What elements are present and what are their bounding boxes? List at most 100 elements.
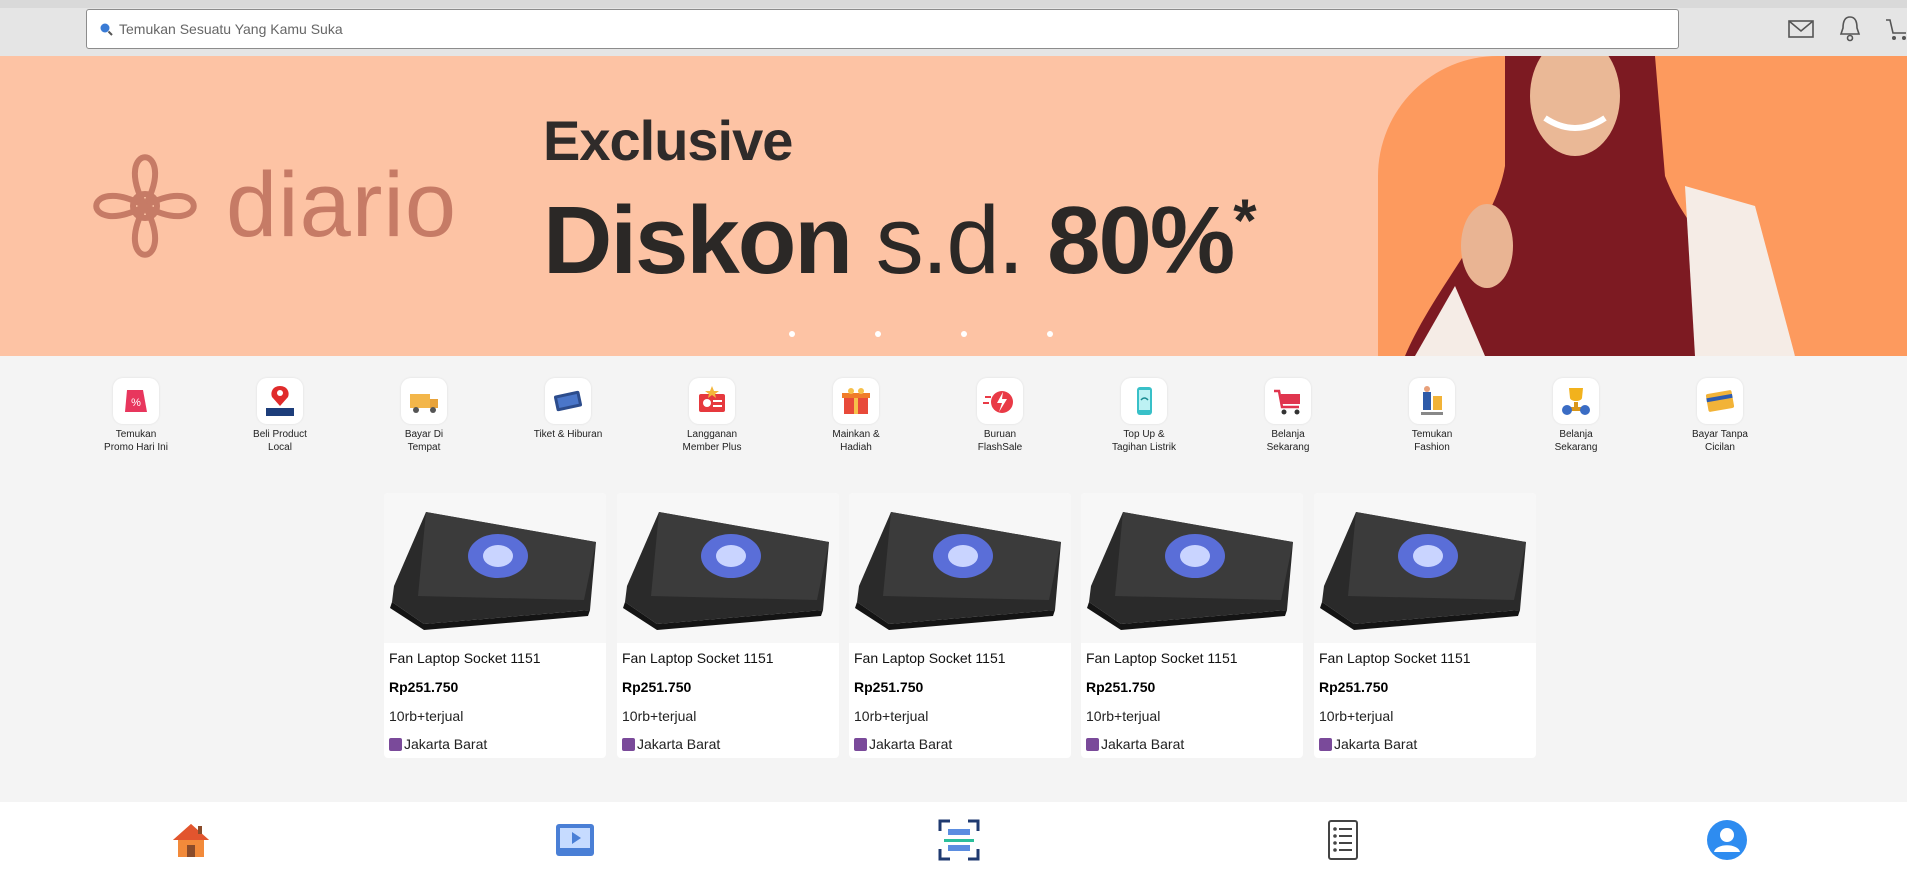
product-location: Jakarta Barat — [389, 736, 487, 752]
nav-profile[interactable] — [1705, 818, 1749, 862]
nav-home[interactable] — [169, 818, 213, 862]
location-text: Jakarta Barat — [404, 736, 488, 752]
discount-word: Diskon — [543, 187, 853, 294]
product-sold-count: 10rb+terjual — [622, 708, 697, 724]
member-card-icon — [689, 378, 735, 424]
product-name[interactable]: Fan Laptop Socket 1151 — [389, 650, 541, 666]
product-card[interactable]: Fan Laptop Socket 1151 Rp251.750 10rb+te… — [849, 493, 1071, 758]
cod-truck-icon — [401, 378, 447, 424]
scan-icon — [938, 819, 980, 861]
category-label: Belanja Sekarang — [1554, 429, 1598, 453]
product-image — [849, 493, 1071, 643]
top-stripe — [0, 0, 1907, 8]
category-label: Mainkan & Hadiah — [832, 429, 880, 453]
category-item[interactable]: Bayar Di Tempat — [364, 378, 484, 454]
carousel-dot[interactable] — [1047, 331, 1053, 337]
category-label: Temukan Fashion — [1411, 429, 1453, 453]
product-name[interactable]: Fan Laptop Socket 1151 — [622, 650, 774, 666]
location-text: Jakarta Barat — [1101, 736, 1185, 752]
product-name[interactable]: Fan Laptop Socket 1151 — [1319, 650, 1471, 666]
product-name[interactable]: Fan Laptop Socket 1151 — [1086, 650, 1238, 666]
top-bar — [0, 0, 1907, 56]
nav-scan[interactable] — [937, 818, 981, 862]
category-item[interactable]: Tiket & Hiburan — [508, 378, 628, 441]
banner-headline-discount: Diskon s.d. 80%* — [543, 186, 1257, 296]
product-image — [384, 493, 606, 643]
shopping-cart-icon — [1265, 378, 1311, 424]
category-item[interactable]: Langganan Member Plus — [652, 378, 772, 454]
product-card[interactable]: Fan Laptop Socket 1151 Rp251.750 10rb+te… — [384, 493, 606, 758]
category-label: Beli Product Local — [253, 429, 307, 453]
category-item[interactable]: % Temukan Promo Hari Ini — [76, 378, 196, 454]
product-card[interactable]: Fan Laptop Socket 1151 Rp251.750 10rb+te… — [1314, 493, 1536, 758]
product-sold-count: 10rb+terjual — [854, 708, 929, 724]
credit-card-icon — [1697, 378, 1743, 424]
search-bar[interactable] — [86, 9, 1679, 49]
product-price: Rp251.750 — [622, 679, 692, 695]
flashsale-icon — [977, 378, 1023, 424]
carousel-dot[interactable] — [961, 331, 967, 337]
carousel-dot[interactable] — [789, 331, 795, 337]
bell-icon[interactable] — [1838, 14, 1862, 42]
product-price: Rp251.750 — [854, 679, 924, 695]
category-row: % Temukan Promo Hari Ini Beli Product Lo… — [0, 378, 1907, 468]
category-item[interactable]: Belanja Sekarang — [1516, 378, 1636, 454]
asterisk: * — [1233, 187, 1256, 254]
promo-icon: % — [113, 378, 159, 424]
promo-banner[interactable]: diario Exclusive Diskon s.d. 80%* — [0, 56, 1907, 356]
laptop-cooler-image — [1087, 512, 1293, 630]
category-item[interactable]: Buruan FlashSale — [940, 378, 1060, 454]
orders-icon — [1328, 820, 1358, 860]
home-icon — [173, 824, 209, 857]
laptop-cooler-image — [855, 512, 1061, 630]
laptop-cooler-image — [1320, 512, 1526, 630]
sd-word: s.d. — [875, 187, 1025, 294]
topup-phone-icon — [1121, 378, 1167, 424]
discount-percent: 80% — [1047, 187, 1235, 294]
category-item[interactable]: Temukan Fashion — [1372, 378, 1492, 454]
product-price: Rp251.750 — [1319, 679, 1389, 695]
gift-icon — [833, 378, 879, 424]
category-label: Buruan FlashSale — [977, 429, 1023, 453]
shop-badge-icon — [1086, 737, 1099, 751]
product-sold-count: 10rb+terjual — [1319, 708, 1394, 724]
product-sold-count: 10rb+terjual — [389, 708, 464, 724]
search-input[interactable] — [117, 20, 1678, 38]
cart-icon[interactable] — [1886, 14, 1907, 42]
product-location: Jakarta Barat — [1319, 736, 1417, 752]
category-label: Bayar Tanpa Cicilan — [1692, 429, 1748, 453]
shop-badge-icon — [854, 737, 867, 751]
category-item[interactable]: Bayar Tanpa Cicilan — [1660, 378, 1780, 454]
fashion-icon — [1409, 378, 1455, 424]
trophy-icon — [1553, 378, 1599, 424]
nav-orders[interactable] — [1321, 818, 1365, 862]
category-label: Belanja Sekarang — [1266, 429, 1310, 453]
category-label: Top Up & Tagihan Listrik — [1112, 429, 1176, 453]
laptop-cooler-image — [390, 512, 596, 630]
bottom-navigation — [0, 802, 1907, 871]
location-text: Jakarta Barat — [869, 736, 953, 752]
product-card[interactable]: Fan Laptop Socket 1151 Rp251.750 10rb+te… — [617, 493, 839, 758]
product-price: Rp251.750 — [1086, 679, 1156, 695]
carousel-dot[interactable] — [875, 331, 881, 337]
category-label: Temukan Promo Hari Ini — [104, 429, 168, 453]
product-name[interactable]: Fan Laptop Socket 1151 — [854, 650, 1006, 666]
category-item[interactable]: Beli Product Local — [220, 378, 340, 454]
nav-video[interactable] — [553, 818, 597, 862]
diario-logo-mark — [93, 154, 197, 258]
shop-badge-icon — [389, 737, 402, 751]
product-card[interactable]: Fan Laptop Socket 1151 Rp251.750 10rb+te… — [1081, 493, 1303, 758]
category-item[interactable]: Belanja Sekarang — [1228, 378, 1348, 454]
profile-icon — [1707, 820, 1747, 860]
banner-headline-exclusive: Exclusive — [543, 109, 793, 172]
category-item[interactable]: Mainkan & Hadiah — [796, 378, 916, 454]
shop-badge-icon — [1319, 737, 1332, 751]
product-price: Rp251.750 — [389, 679, 459, 695]
category-label: Tiket & Hiburan — [533, 429, 603, 440]
mail-icon[interactable] — [1788, 14, 1814, 42]
brand-name: diario — [226, 154, 458, 256]
search-icon — [100, 23, 113, 36]
product-location: Jakarta Barat — [1086, 736, 1184, 752]
product-image — [1081, 493, 1303, 643]
category-item[interactable]: Top Up & Tagihan Listrik — [1084, 378, 1204, 454]
